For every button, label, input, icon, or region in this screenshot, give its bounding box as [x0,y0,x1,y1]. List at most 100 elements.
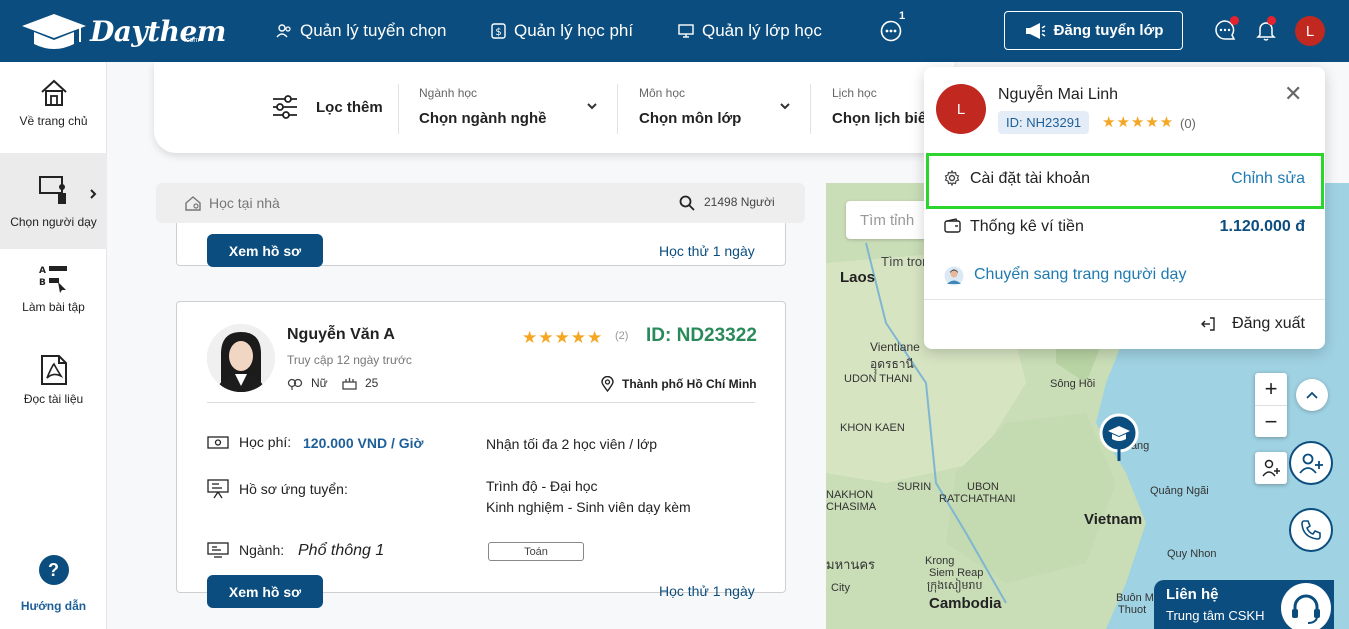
more-options-icon[interactable] [880,20,902,42]
chat-alert-dot [1230,16,1239,25]
add-contact-button[interactable] [1289,441,1333,485]
schedule-select[interactable]: Lịch học Chọn lịch biểu [832,86,935,127]
subject-tag: Toán [488,542,584,561]
edit-link[interactable]: Chỉnh sửa [1231,170,1305,188]
left-sidebar: Về trang chủ Chọn người dạy AB Làm bài t… [0,62,107,629]
logout-item[interactable]: Đăng xuất [924,301,1325,349]
divider [924,299,1325,300]
tutor-name[interactable]: Nguyễn Văn A [287,326,395,344]
map-search-placeholder: Tìm tỉnh [860,212,915,229]
wallet-icon [944,218,961,233]
search-icon[interactable] [679,195,695,211]
map-label: มหานคร [826,557,876,572]
sidebar-item-help[interactable]: ? Hướng dẫn [0,555,107,615]
add-user-icon [1299,453,1323,474]
map-label: Siem Reap [929,567,984,579]
logout-icon [1201,317,1215,331]
map-add-user-button[interactable] [1255,452,1287,484]
map-zoom-control: + − [1255,373,1287,437]
application-label: Hồ sơ ứng tuyển: [239,481,348,497]
map-label: อุุดรธานี [870,357,914,371]
tutor-id: ID: ND23322 [646,325,757,346]
gender-info: Nữ [287,376,328,390]
sidebar-item-label: Chọn người dạy [10,215,97,229]
teacher-board-icon [38,176,66,204]
contact-title: Liên hệ [1166,586,1219,603]
graduation-cap-icon [22,14,86,49]
account-name: Nguyễn Mai Linh [998,86,1119,103]
phone-icon [1301,520,1321,540]
trial-day-link[interactable]: Học thử 1 ngày [659,583,755,599]
quiz-icon: AB [39,266,67,293]
map-label: RATCHATHANI [939,493,1016,505]
nav-classes[interactable]: Quản lý lớp học [678,20,822,42]
account-settings-item[interactable]: Cài đặt tài khoản Chỉnh sửa [924,156,1325,204]
map-school-pin-icon[interactable] [1099,413,1141,465]
last-access: Truy cập 12 ngày trước [287,353,412,367]
wallet-amount: 1.120.000 đ [1219,218,1305,235]
top-navigation-bar: Daythem .com Quản lý tuyển chọn $ Quản l… [0,0,1349,62]
location-pin-icon [601,376,614,392]
rating-count: (2) [615,330,629,342]
sidebar-item-choose-teacher[interactable]: Chọn người dạy [0,153,107,249]
nav-tuition[interactable]: $ Quản lý học phí [491,20,633,42]
account-rating-count: (0) [1180,116,1196,131]
user-avatar-button[interactable]: L [1295,16,1325,46]
subject-select[interactable]: Môn học Chọn môn lớp [639,86,741,127]
map-label: City [831,582,850,594]
more-filters-label: Lọc thêm [316,98,383,116]
search-placeholder: Học tại nhà [209,195,280,211]
switch-to-teacher-item[interactable]: Chuyển sang trang người dạy [924,252,1325,300]
chevron-down-icon[interactable] [587,102,597,110]
zoom-in-button[interactable]: + [1255,373,1287,405]
chevron-right-icon [90,189,97,199]
major-select[interactable]: Ngành học Chọn ngành nghề [419,86,546,127]
megaphone-icon [1025,22,1045,39]
avatar: L [936,84,986,134]
sidebar-item-home[interactable]: Về trang chủ [0,78,107,152]
post-class-label: Đăng tuyển lớp [1053,22,1164,39]
close-icon[interactable]: ✕ [1284,81,1302,107]
nav-recruitment[interactable]: Quản lý tuyển chọn [276,20,446,42]
daythem-logo[interactable]: Daythem [18,10,226,52]
wallet-label: Thống kê ví tiền [970,218,1084,235]
divider [207,402,755,403]
map-label: Laos [840,269,876,286]
more-filters-button[interactable]: Lọc thêm [272,95,383,119]
call-button[interactable] [1289,508,1333,552]
cake-icon [342,378,357,390]
customer-support-widget[interactable]: Liên hệ Trung tâm CSKH [1154,580,1334,629]
more-badge: 1 [899,10,906,22]
city-value: Thành phố Hồ Chí Minh [622,377,757,391]
scroll-top-button[interactable] [1296,379,1328,411]
divider [617,84,618,134]
result-count: 21498 Người [704,195,775,209]
trial-day-link[interactable]: Học thử 1 ngày [659,243,755,259]
map-label: UBON [967,481,999,493]
svg-text:A: A [39,266,46,276]
view-profile-button[interactable]: Xem hồ sơ [207,575,323,608]
zoom-out-button[interactable]: − [1255,405,1287,437]
location-search-bar[interactable]: Học tại nhà 21498 Người [156,183,805,223]
sidebar-item-documents[interactable]: Đọc tài liệu [0,354,107,424]
gear-icon [944,170,960,186]
wallet-stats-item[interactable]: Thống kê ví tiền 1.120.000 đ [924,204,1325,252]
presentation-icon [207,479,229,499]
major-value: Chọn ngành nghề [419,110,547,127]
chevron-down-icon[interactable] [780,102,790,110]
application-row: Hồ sơ ứng tuyển: [207,479,348,499]
sidebar-item-exercises[interactable]: AB Làm bài tập [0,262,107,330]
post-class-button[interactable]: Đăng tuyển lớp [1004,11,1183,50]
nav-label: Quản lý lớp học [702,21,822,40]
account-rating-stars: ★★★★★ [1102,114,1175,131]
help-icon: ? [38,555,69,585]
headset-icon [1281,583,1331,629]
subject-value: Chọn môn lớp [639,110,742,127]
rating-stars: ★★★★★ [522,328,604,347]
sidebar-item-label: Làm bài tập [22,300,85,314]
schedule-value: Chọn lịch biểu [832,110,936,127]
map-label: Quảng Ngãi [1150,485,1209,497]
view-profile-button[interactable]: Xem hồ sơ [207,234,323,267]
major-label: Ngành: [239,542,285,558]
divider [810,84,811,134]
